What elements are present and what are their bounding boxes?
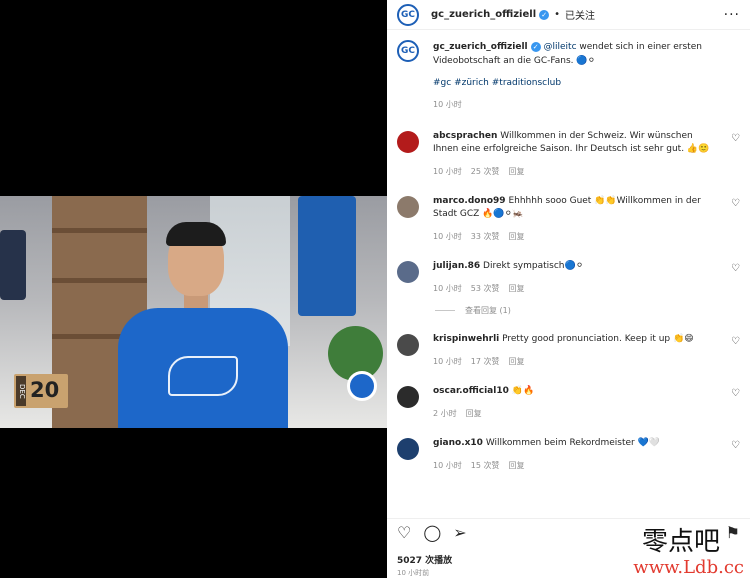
comment-like-icon[interactable]: ♡ <box>731 440 740 451</box>
comment-body: giano.x10 Willkommen beim Rekordmeister … <box>433 437 718 472</box>
comment-body: marco.dono99 Ehhhhh sooo Guet 👏👏Willkomm… <box>433 195 718 243</box>
reply-button[interactable]: 回复 <box>508 459 524 472</box>
comment-list: abcsprachen Willkommen in der Schweiz. W… <box>387 130 750 489</box>
comment-time: 2 小时 <box>433 409 457 418</box>
comment-text: Pretty good pronunciation. Keep it up 👏😄 <box>502 334 694 344</box>
comment-like-icon[interactable]: ♡ <box>731 388 740 399</box>
comment-like-icon[interactable]: ♡ <box>731 133 740 144</box>
replies-line <box>435 310 455 311</box>
commenter-avatar[interactable] <box>397 261 419 283</box>
reply-button[interactable]: 回复 <box>466 407 482 420</box>
comment-username[interactable]: krispinwehrli <box>433 334 499 344</box>
jersey-right <box>298 196 356 316</box>
caption-body: gc_zuerich_offiziell ✓ @lileitc wendet si… <box>433 40 723 112</box>
comment-likes[interactable]: 25 次赞 <box>471 165 500 178</box>
comment-icon[interactable]: ◯ <box>423 523 441 542</box>
comment-time: 10 小时 <box>433 232 462 241</box>
comment-text: Direkt sympatisch🔵⚪ <box>483 261 584 271</box>
commenter-avatar[interactable] <box>397 438 419 460</box>
ball <box>347 371 377 401</box>
comment-item: krispinwehrli Pretty good pronunciation.… <box>387 333 750 368</box>
shelf <box>52 228 147 233</box>
commenter-avatar[interactable] <box>397 386 419 408</box>
shelf <box>52 278 147 283</box>
grasshopper-logo <box>168 356 238 396</box>
post-viewer: DEC 20 GC gc_zuerich_offiziell ✓ • 已关注 ·… <box>0 0 750 578</box>
view-count[interactable]: 5027 次播放 <box>397 553 452 566</box>
comment-text: 👏🔥 <box>511 386 535 396</box>
comment-like-icon[interactable]: ♡ <box>731 198 740 209</box>
more-options-icon[interactable]: ··· <box>724 7 740 23</box>
share-icon[interactable]: ➢ <box>453 523 466 542</box>
comment-username[interactable]: marco.dono99 <box>433 196 506 206</box>
calendar-day: 20 <box>30 378 60 402</box>
comment-likes[interactable]: 17 次赞 <box>471 355 500 368</box>
comment-meta: 10 小时 25 次赞 回复 <box>433 165 718 178</box>
posted-time: 10 小时前 <box>397 569 430 577</box>
commenter-avatar[interactable] <box>397 131 419 153</box>
comment-body: oscar.official10 👏🔥 2 小时 回复 <box>433 385 718 420</box>
like-icon[interactable]: ♡ <box>397 523 411 542</box>
post-panel: GC gc_zuerich_offiziell ✓ • 已关注 ··· GC g… <box>387 0 750 578</box>
comment-meta: 10 小时 15 次赞 回复 <box>433 459 718 472</box>
comment-likes[interactable]: 33 次赞 <box>471 230 500 243</box>
comment-text: Willkommen beim Rekordmeister 💙🤍 <box>485 438 661 448</box>
comment-body: abcsprachen Willkommen in der Schweiz. W… <box>433 130 718 178</box>
comment-meta: 10 小时 53 次赞 回复 <box>433 282 718 295</box>
verified-icon: ✓ <box>530 42 541 52</box>
comment-item: marco.dono99 Ehhhhh sooo Guet 👏👏Willkomm… <box>387 195 750 243</box>
comment-time: 10 小时 <box>433 284 462 293</box>
comment-username[interactable]: oscar.official10 <box>433 386 509 396</box>
caption-username[interactable]: gc_zuerich_offiziell <box>433 42 528 52</box>
comment-item: abcsprachen Willkommen in der Schweiz. W… <box>387 130 750 178</box>
view-replies-button[interactable]: 查看回复 (1) <box>435 305 750 316</box>
comment-meta: 2 小时 回复 <box>433 407 718 420</box>
watermark-url: www.Ldb.cc <box>633 557 744 578</box>
caption-avatar[interactable]: GC <box>397 40 419 62</box>
caption: GC gc_zuerich_offiziell ✓ @lileitc wendet… <box>387 40 750 112</box>
watermark-text: 零点吧 <box>641 527 720 557</box>
comment-like-icon[interactable]: ♡ <box>731 263 740 274</box>
comment-item: julijan.86 Direkt sympatisch🔵⚪ 10 小时 53 … <box>387 260 750 295</box>
comment-item: oscar.official10 👏🔥 2 小时 回复 ♡ <box>387 385 750 420</box>
comment-time: 10 小时 <box>433 357 462 366</box>
follow-button[interactable]: 已关注 <box>565 7 595 22</box>
person-hair <box>166 222 226 246</box>
account-avatar[interactable]: GC <box>397 3 419 26</box>
comment-likes[interactable]: 53 次赞 <box>471 282 500 295</box>
comment-time: 10 小时 <box>433 167 462 176</box>
jersey-left <box>0 230 26 300</box>
caption-time: 10 小时 <box>433 100 462 109</box>
comment-username[interactable]: julijan.86 <box>433 261 480 271</box>
commenter-avatar[interactable] <box>397 334 419 356</box>
post-header: GC gc_zuerich_offiziell ✓ • 已关注 ··· <box>387 0 750 30</box>
comment-item: giano.x10 Willkommen beim Rekordmeister … <box>387 437 750 472</box>
separator-dot: • <box>554 9 561 20</box>
comment-username[interactable]: abcsprachen <box>433 131 497 141</box>
comments-scroll[interactable]: GC gc_zuerich_offiziell ✓ @lileitc wendet… <box>387 40 750 518</box>
calendar-month: DEC <box>16 376 26 406</box>
reply-button[interactable]: 回复 <box>508 165 524 178</box>
reply-button[interactable]: 回复 <box>508 282 524 295</box>
comment-time: 10 小时 <box>433 461 462 470</box>
comment-body: julijan.86 Direkt sympatisch🔵⚪ 10 小时 53 … <box>433 260 718 295</box>
media-area: DEC 20 <box>0 0 387 578</box>
video-player[interactable]: DEC 20 <box>0 196 387 428</box>
comment-likes[interactable]: 15 次赞 <box>471 459 500 472</box>
comment-meta: 10 小时 33 次赞 回复 <box>433 230 718 243</box>
comment-meta: 10 小时 17 次赞 回复 <box>433 355 718 368</box>
save-icon[interactable]: ⚑ <box>726 523 740 542</box>
comment-like-icon[interactable]: ♡ <box>731 336 740 347</box>
caption-hashtags[interactable]: #gc #zürich #traditionsclub <box>433 76 723 90</box>
view-replies-label[interactable]: 查看回复 (1) <box>465 305 511 316</box>
reply-button[interactable]: 回复 <box>508 230 524 243</box>
comment-body: krispinwehrli Pretty good pronunciation.… <box>433 333 718 368</box>
comment-username[interactable]: giano.x10 <box>433 438 483 448</box>
commenter-avatar[interactable] <box>397 196 419 218</box>
header-username[interactable]: gc_zuerich_offiziell <box>431 9 536 20</box>
reply-button[interactable]: 回复 <box>508 355 524 368</box>
verified-icon: ✓ <box>539 9 550 20</box>
caption-mention[interactable]: @lileitc <box>544 42 577 52</box>
